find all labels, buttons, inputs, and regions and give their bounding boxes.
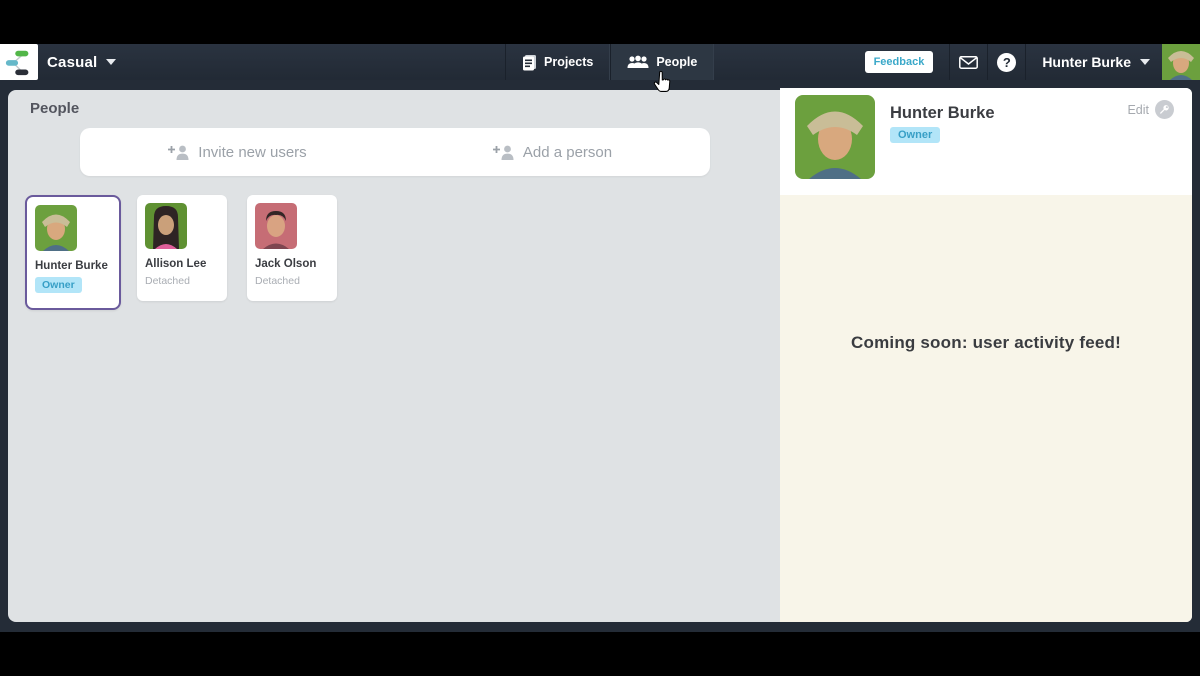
stage: Casual Projects People Feedback ? Hunter… — [0, 0, 1200, 687]
edit-profile-button[interactable]: Edit — [1127, 100, 1174, 119]
profile-header: Hunter Burke Owner Edit — [780, 88, 1192, 195]
person-status: Detached — [255, 275, 300, 287]
messages-button[interactable] — [949, 44, 987, 80]
letterbox-top — [0, 0, 1200, 44]
envelope-icon — [959, 55, 979, 69]
add-a-person-label: Add a person — [522, 143, 613, 161]
tab-projects-label: Projects — [544, 55, 594, 69]
add-a-person-button[interactable]: Add a person — [395, 128, 710, 176]
header-right: Feedback ? Hunter Burke — [864, 44, 1200, 80]
people-icon — [627, 55, 649, 68]
page-title: People — [30, 100, 80, 117]
avatar — [255, 203, 297, 249]
people-card-list: Hunter Burke Owner Allison Lee Detached — [25, 195, 357, 310]
profile-avatar — [795, 95, 875, 179]
help-icon: ? — [997, 52, 1017, 72]
tab-people[interactable]: People — [610, 44, 715, 80]
user-menu[interactable]: Hunter Burke — [1025, 44, 1162, 80]
chevron-down-icon — [1140, 59, 1150, 65]
person-name: Hunter Burke — [35, 260, 108, 272]
person-card-jack-olson[interactable]: Jack Olson Detached — [247, 195, 337, 301]
project-switcher[interactable]: Casual — [47, 44, 117, 80]
app-logo[interactable] — [0, 44, 38, 80]
tab-projects[interactable]: Projects — [505, 44, 611, 80]
tab-people-label: People — [656, 55, 698, 69]
bottom-strip — [0, 676, 1200, 687]
user-avatar[interactable] — [1162, 44, 1200, 80]
edit-label: Edit — [1127, 102, 1149, 117]
owner-badge: Owner — [35, 277, 82, 293]
profile-owner-badge: Owner — [890, 127, 941, 143]
avatar-image — [1162, 44, 1200, 80]
projects-icon — [523, 54, 536, 70]
activity-feed: Coming soon: user activity feed! — [780, 195, 1192, 622]
main-tabs: Projects People — [505, 44, 715, 80]
activity-message: Coming soon: user activity feed! — [851, 333, 1121, 352]
person-card-hunter-burke[interactable]: Hunter Burke Owner — [25, 195, 121, 310]
chevron-down-icon — [106, 59, 117, 65]
people-panel: People Invite new users Add a person Hun… — [8, 90, 780, 622]
add-user-icon — [168, 145, 189, 160]
help-button[interactable]: ? — [987, 44, 1025, 80]
app-window: Casual Projects People Feedback ? Hunter… — [0, 44, 1200, 632]
project-switcher-label: Casual — [47, 53, 98, 71]
person-name: Jack Olson — [255, 258, 317, 270]
user-menu-name: Hunter Burke — [1042, 54, 1131, 70]
invite-new-users-button[interactable]: Invite new users — [80, 128, 395, 176]
person-name: Allison Lee — [145, 258, 207, 270]
avatar — [145, 203, 187, 249]
profile-panel: Hunter Burke Owner Edit Coming soon: use… — [780, 88, 1192, 622]
top-navbar: Casual Projects People Feedback ? Hunter… — [0, 44, 1200, 80]
flowchart-logo-icon — [5, 50, 29, 76]
avatar — [35, 205, 77, 251]
letterbox-bottom — [0, 632, 1200, 676]
feedback-button[interactable]: Feedback — [864, 51, 934, 73]
invite-bar: Invite new users Add a person — [80, 128, 710, 176]
person-status: Detached — [145, 275, 190, 287]
add-user-icon — [492, 145, 514, 160]
person-card-allison-lee[interactable]: Allison Lee Detached — [137, 195, 227, 301]
profile-name: Hunter Burke — [890, 104, 995, 122]
wrench-icon — [1155, 100, 1174, 119]
invite-new-users-label: Invite new users — [198, 143, 307, 161]
